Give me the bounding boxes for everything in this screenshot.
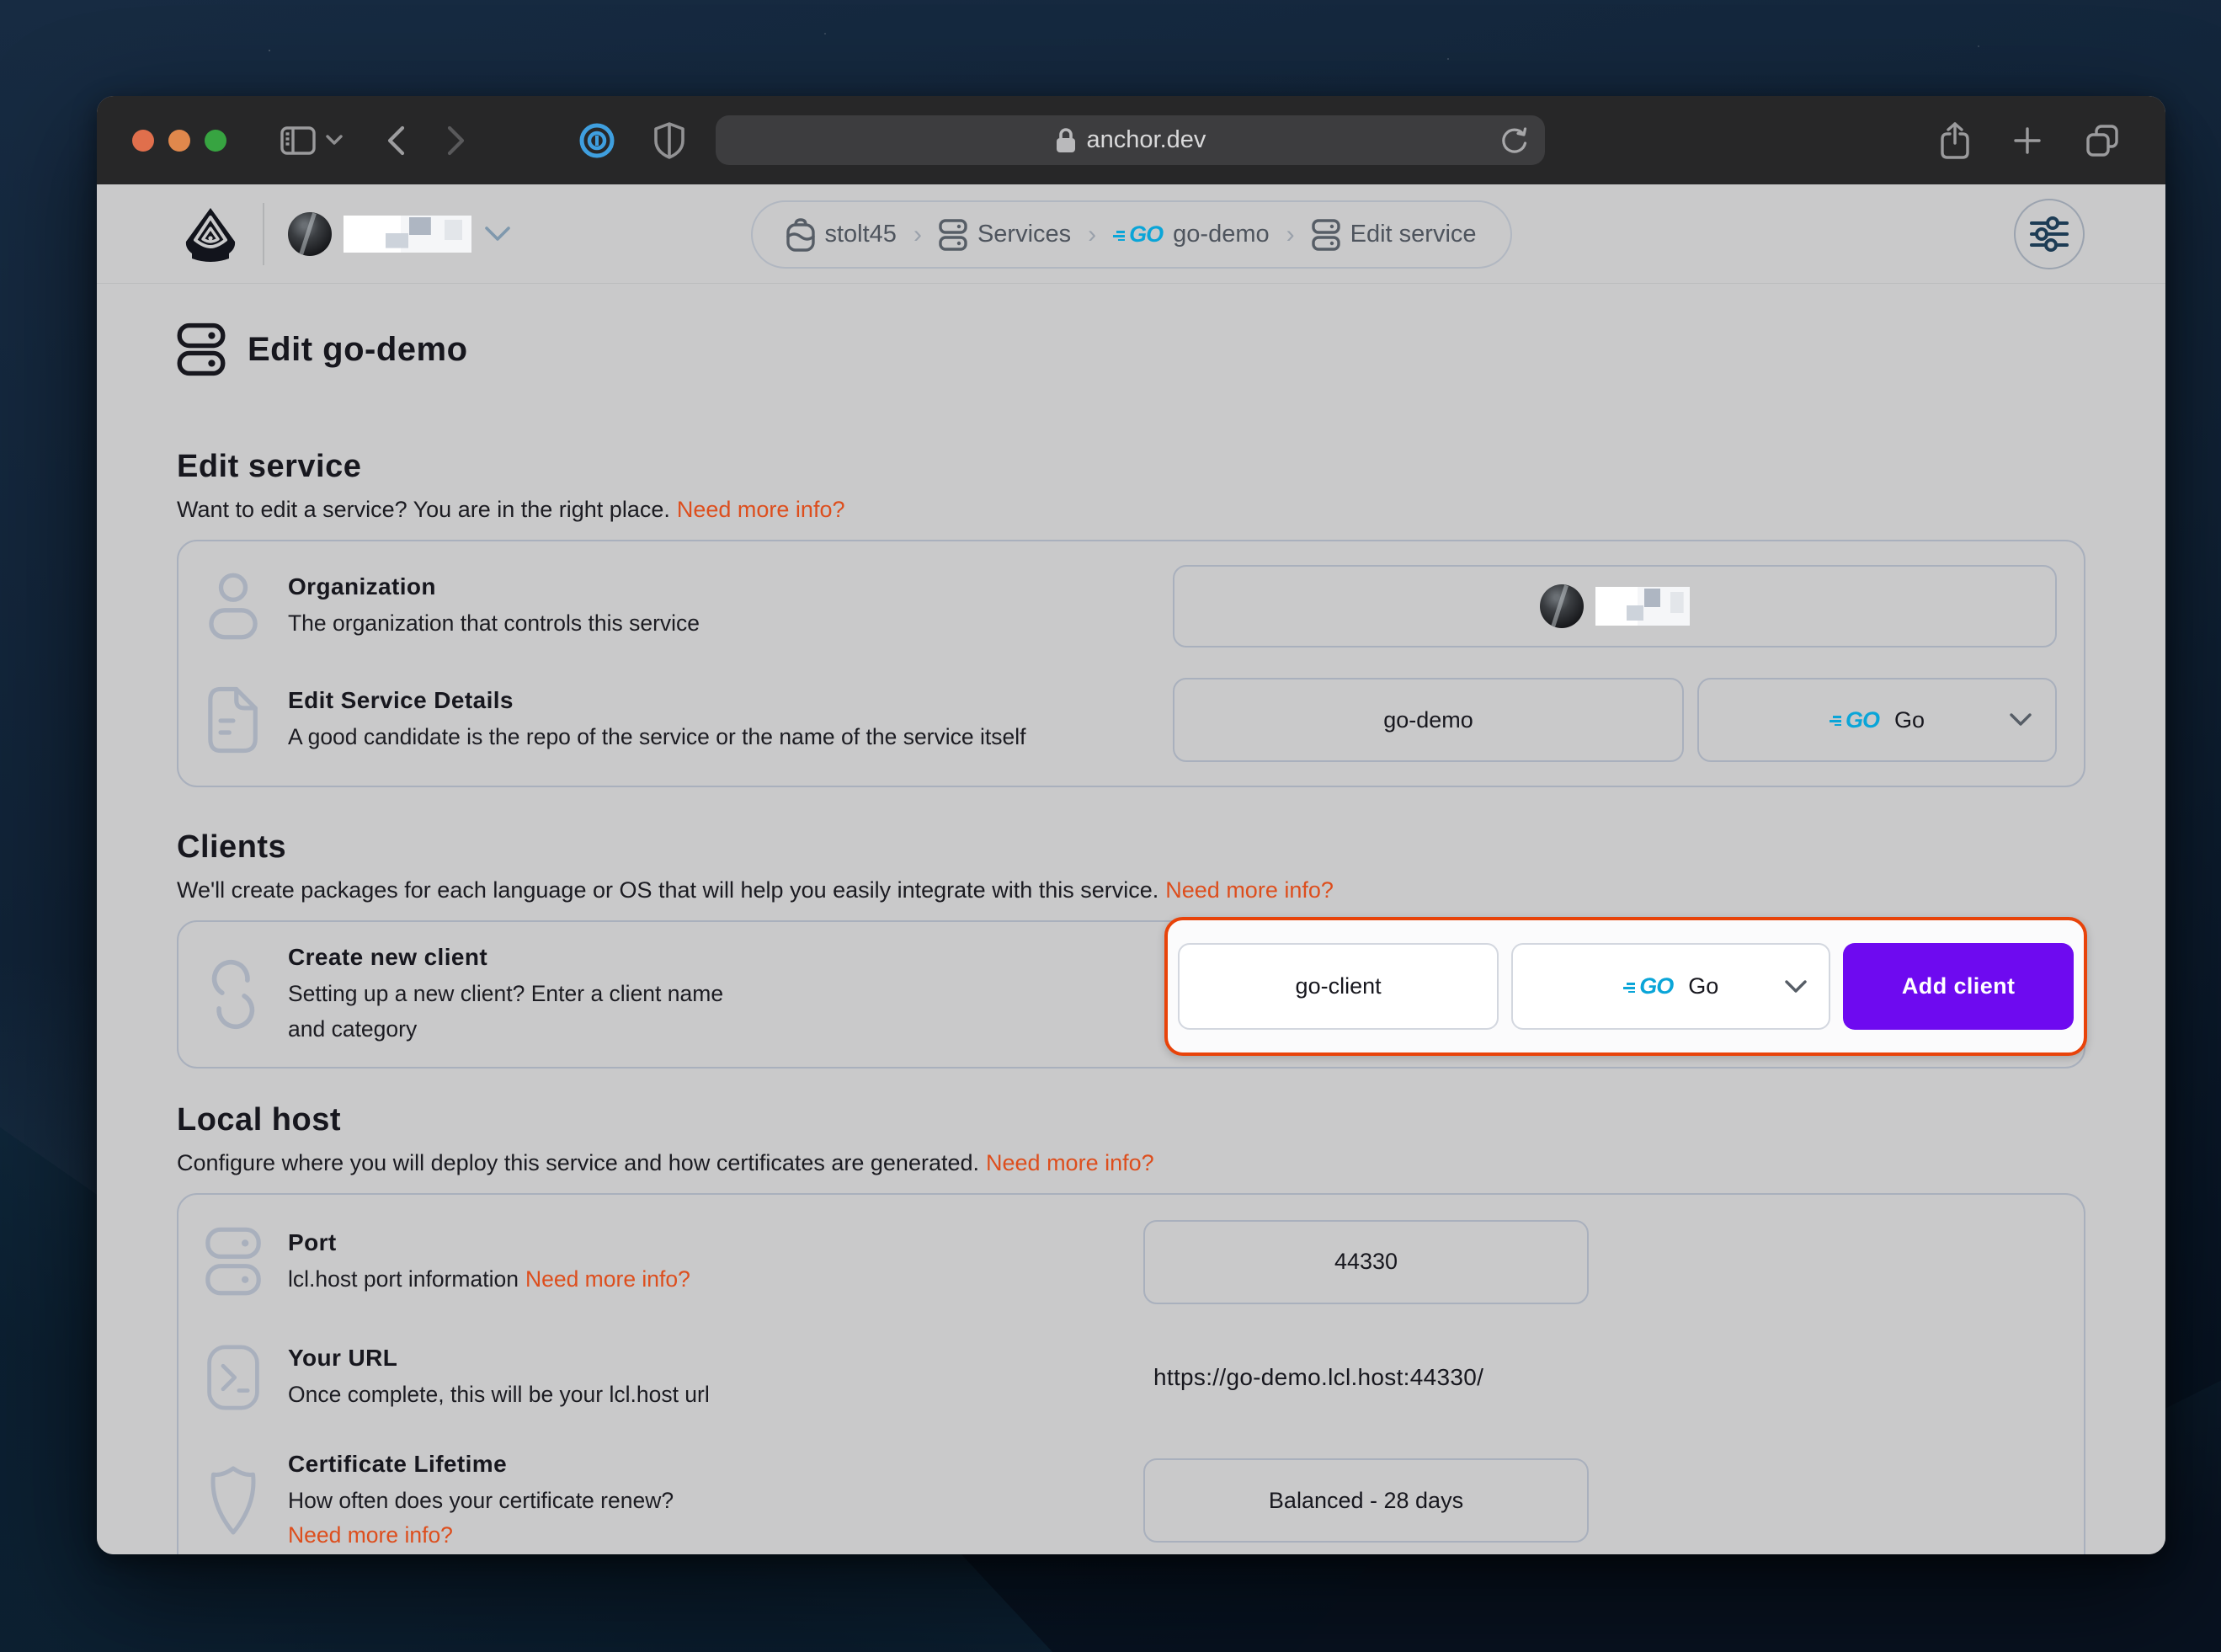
services-stack-icon (939, 219, 967, 251)
reload-icon[interactable] (1501, 126, 1528, 155)
zoom-button[interactable] (205, 130, 226, 152)
local-host-subtitle: Configure where you will deploy this ser… (177, 1150, 2085, 1176)
client-language-value: Go (1688, 973, 1718, 999)
chevron-down-icon (2010, 713, 2032, 727)
breadcrumb-separator: › (913, 221, 922, 249)
user-avatar[interactable] (288, 212, 332, 256)
local-host-group: Port lcl.host port informationNeed more … (177, 1193, 2085, 1554)
browser-titlebar: anchor.dev (97, 96, 2165, 184)
your-url-description: Once complete, this will be your lcl.hos… (288, 1380, 710, 1410)
clients-heading: Clients (177, 829, 2085, 866)
go-logo-icon: GO (1623, 973, 1673, 999)
edit-service-stack-icon (1312, 219, 1340, 251)
forward-button-icon[interactable] (447, 125, 466, 156)
go-logo-icon: GO (1830, 707, 1879, 733)
onepassword-extension-icon[interactable] (578, 122, 615, 159)
certificate-title: Certificate Lifetime (288, 1451, 674, 1478)
clients-more-info-link[interactable]: Need more info? (1165, 877, 1334, 903)
edit-service-more-info-link[interactable]: Need more info? (677, 497, 845, 522)
browser-window: anchor.dev (97, 96, 2165, 1554)
organization-avatar (1540, 584, 1584, 628)
terminal-icon (205, 1341, 261, 1414)
service-name-input[interactable] (1173, 678, 1684, 762)
person-icon (205, 569, 261, 643)
traffic-lights (132, 130, 226, 152)
clients-subtitle: We'll create packages for each language … (177, 877, 2085, 903)
certificate-description: How often does your certificate renew? (288, 1486, 674, 1516)
client-name-input[interactable] (1178, 943, 1499, 1030)
document-icon (205, 685, 261, 754)
lcl-host-url: https://go-demo.lcl.host:44330/ (1153, 1364, 1483, 1391)
client-language-select[interactable]: GO Go (1511, 943, 1830, 1030)
service-details-row: Edit Service Details A good candidate is… (205, 678, 2057, 762)
back-button-icon[interactable] (386, 125, 405, 156)
lock-icon (1055, 127, 1077, 154)
breadcrumb: stolt45 › Services › GO (750, 200, 1511, 269)
service-details-description: A good candidate is the repo of the serv… (288, 722, 1025, 753)
certificate-lifetime-select[interactable]: Balanced - 28 days (1143, 1458, 1589, 1543)
edit-service-heading: Edit service (177, 449, 2085, 485)
port-stack-icon (205, 1224, 261, 1300)
create-client-description-line1: Setting up a new client? Enter a client … (288, 979, 723, 1010)
backpack-icon (786, 218, 814, 252)
sliders-icon (2030, 216, 2069, 252)
service-stack-icon (177, 322, 226, 376)
service-language-value: Go (1894, 707, 1925, 733)
anchor-page: stolt45 › Services › GO (97, 184, 2165, 1554)
chain-link-icon (205, 954, 261, 1035)
account-chevron-down-icon[interactable] (485, 226, 510, 242)
your-url-row: Your URL Once complete, this will be you… (205, 1341, 2057, 1414)
edit-service-group: Organization The organization that contr… (177, 540, 2085, 787)
service-language-select[interactable]: GO Go (1697, 678, 2057, 762)
new-tab-icon[interactable] (2013, 126, 2042, 155)
tab-overview-icon[interactable] (2085, 124, 2119, 157)
organization-selector[interactable] (1173, 565, 2057, 647)
breadcrumb-services[interactable]: Services (939, 219, 1071, 251)
your-url-title: Your URL (288, 1345, 710, 1372)
go-logo-icon: GO (1113, 221, 1163, 248)
shield-icon (205, 1463, 261, 1537)
page-title: Edit go-demo (248, 331, 468, 369)
local-host-heading: Local host (177, 1102, 2085, 1138)
breadcrumb-edit-service[interactable]: Edit service (1312, 219, 1477, 251)
breadcrumb-service[interactable]: GO go-demo (1113, 221, 1269, 248)
create-client-description-line2: and category (288, 1015, 723, 1045)
page-title-row: Edit go-demo (177, 322, 2085, 376)
breadcrumb-org[interactable]: stolt45 (786, 218, 896, 252)
breadcrumb-separator: › (1286, 221, 1295, 249)
sidebar-toggle-icon[interactable] (280, 126, 316, 155)
create-client-highlight-panel: GO Go Add client (1164, 917, 2087, 1056)
service-details-title: Edit Service Details (288, 687, 1025, 714)
privacy-shield-icon[interactable] (654, 122, 684, 159)
address-bar[interactable]: anchor.dev (716, 115, 1545, 165)
certificate-more-info-link[interactable]: Need more info? (288, 1522, 453, 1548)
local-host-more-info-link[interactable]: Need more info? (986, 1150, 1154, 1175)
sidebar-chevron-down-icon[interactable] (326, 135, 343, 146)
organization-title: Organization (288, 573, 700, 600)
redacted-username (344, 216, 471, 253)
port-input[interactable] (1143, 1220, 1589, 1304)
anchor-logo-icon[interactable] (184, 206, 237, 262)
share-icon[interactable] (1941, 122, 1969, 159)
create-client-title: Create new client (288, 944, 723, 971)
add-client-button[interactable]: Add client (1843, 943, 2074, 1030)
port-description: lcl.host port informationNeed more info? (288, 1265, 690, 1295)
settings-button[interactable] (2014, 199, 2085, 269)
address-text: anchor.dev (1087, 126, 1206, 154)
header-divider (263, 203, 264, 265)
certificate-lifetime-row: Certificate Lifetime How often does your… (205, 1451, 2057, 1552)
organization-description: The organization that controls this serv… (288, 609, 700, 639)
minimize-button[interactable] (168, 130, 190, 152)
port-title: Port (288, 1229, 690, 1256)
breadcrumb-separator: › (1088, 221, 1096, 249)
redacted-organization-name (1595, 587, 1690, 626)
clients-group: Create new client Setting up a new clien… (177, 920, 2085, 1068)
port-more-info-link[interactable]: Need more info? (525, 1266, 690, 1292)
chevron-down-icon (1785, 980, 1807, 994)
edit-service-subtitle: Want to edit a service? You are in the r… (177, 497, 2085, 523)
port-row: Port lcl.host port informationNeed more … (205, 1220, 2057, 1304)
organization-row: Organization The organization that contr… (205, 565, 2057, 647)
close-button[interactable] (132, 130, 154, 152)
site-header: stolt45 › Services › GO (97, 184, 2165, 284)
